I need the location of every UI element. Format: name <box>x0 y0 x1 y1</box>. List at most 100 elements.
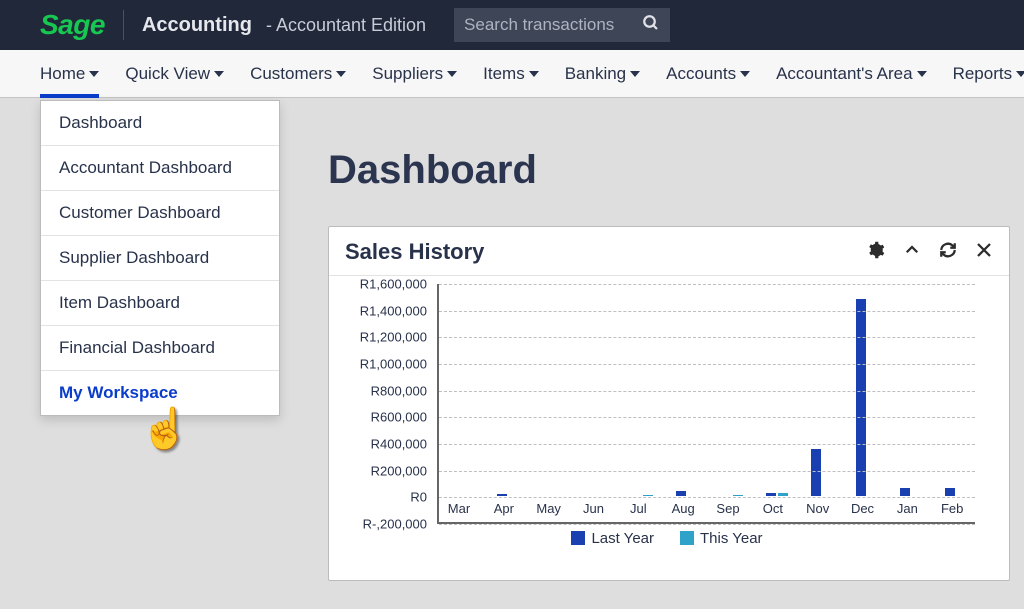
chevron-up-icon[interactable] <box>903 241 921 264</box>
caret-icon <box>740 71 750 77</box>
x-tick-label: Dec <box>845 501 881 516</box>
gridline <box>439 471 975 472</box>
gridline <box>439 417 975 418</box>
swatch-icon <box>680 531 694 545</box>
x-tick-label: Nov <box>800 501 836 516</box>
caret-icon <box>917 71 927 77</box>
bar-last-year <box>945 488 955 496</box>
menu-label: Customers <box>250 64 332 84</box>
top-bar: Sage Accounting - Accountant Edition <box>0 0 1024 50</box>
menu-accountants-area[interactable]: Accountant's Area <box>776 64 927 84</box>
y-tick-label: R1,600,000 <box>360 277 427 292</box>
dropdown-accountant-dashboard[interactable]: Accountant Dashboard <box>41 146 279 191</box>
menu-banking[interactable]: Banking <box>565 64 640 84</box>
menu-items[interactable]: Items <box>483 64 539 84</box>
x-tick-label: Jul <box>620 501 656 516</box>
bar-group <box>849 299 885 496</box>
card-title: Sales History <box>345 239 484 265</box>
x-tick-label: Feb <box>934 501 970 516</box>
menu-label: Reports <box>953 64 1013 84</box>
menu-suppliers[interactable]: Suppliers <box>372 64 457 84</box>
menu-accounts[interactable]: Accounts <box>666 64 750 84</box>
y-tick-label: R1,200,000 <box>360 330 427 345</box>
x-tick-label: Jun <box>576 501 612 516</box>
y-tick-label: R200,000 <box>371 463 427 478</box>
bar-this-year <box>778 493 788 496</box>
menu-customers[interactable]: Customers <box>250 64 346 84</box>
close-icon[interactable] <box>975 241 993 264</box>
bar-last-year <box>811 449 821 496</box>
divider <box>123 10 124 40</box>
caret-icon <box>1016 71 1024 77</box>
dropdown-supplier-dashboard[interactable]: Supplier Dashboard <box>41 236 279 281</box>
x-tick-label: Mar <box>441 501 477 516</box>
page-title: Dashboard <box>328 148 537 193</box>
y-tick-label: R0 <box>410 490 427 505</box>
x-tick-label: Sep <box>710 501 746 516</box>
card-tools <box>867 241 993 264</box>
menu-label: Suppliers <box>372 64 443 84</box>
search-box[interactable] <box>454 8 670 42</box>
card-header: Sales History <box>329 227 1009 276</box>
menu-label: Accountant's Area <box>776 64 913 84</box>
y-tick-label: R1,000,000 <box>360 357 427 372</box>
bar-group <box>624 495 660 496</box>
dropdown-item-dashboard[interactable]: Item Dashboard <box>41 281 279 326</box>
x-tick-label: Aug <box>665 501 701 516</box>
sales-history-card: Sales History R-,200,000R0R200,000R400,0… <box>328 226 1010 581</box>
caret-icon <box>529 71 539 77</box>
bar-group <box>938 488 974 496</box>
menu-bar: Home Quick View Customers Suppliers Item… <box>0 50 1024 98</box>
gridline <box>439 364 975 365</box>
caret-icon <box>336 71 346 77</box>
dropdown-dashboard[interactable]: Dashboard <box>41 101 279 146</box>
caret-icon <box>447 71 457 77</box>
menu-reports[interactable]: Reports <box>953 64 1024 84</box>
bar-last-year <box>676 491 686 496</box>
caret-icon <box>630 71 640 77</box>
gridline <box>439 337 975 338</box>
x-tick-label: Jan <box>889 501 925 516</box>
bar-last-year <box>497 494 507 496</box>
legend-last-year: Last Year <box>571 530 654 547</box>
bar-group <box>669 491 705 496</box>
dropdown-my-workspace[interactable]: My Workspace <box>41 371 279 415</box>
menu-label: Quick View <box>125 64 210 84</box>
dropdown-customer-dashboard[interactable]: Customer Dashboard <box>41 191 279 236</box>
menu-quick-view[interactable]: Quick View <box>125 64 224 84</box>
bar-last-year <box>856 299 866 496</box>
bar-group <box>714 495 750 496</box>
bar-this-year <box>643 495 653 496</box>
menu-label: Accounts <box>666 64 736 84</box>
y-tick-label: R800,000 <box>371 383 427 398</box>
menu-label: Home <box>40 64 85 84</box>
gridline <box>439 524 975 525</box>
gridline <box>439 391 975 392</box>
bar-group <box>490 494 526 496</box>
y-tick-label: R-,200,000 <box>363 517 427 532</box>
bar-last-year <box>766 493 776 496</box>
gridline <box>439 497 975 498</box>
menu-home[interactable]: Home <box>40 64 99 84</box>
chart-legend: Last Year This Year <box>341 530 993 547</box>
app-title: Accounting <box>142 14 252 37</box>
bar-group <box>804 449 840 496</box>
menu-label: Items <box>483 64 525 84</box>
x-tick-label: Oct <box>755 501 791 516</box>
refresh-icon[interactable] <box>939 241 957 264</box>
menu-label: Banking <box>565 64 626 84</box>
dropdown-financial-dashboard[interactable]: Financial Dashboard <box>41 326 279 371</box>
y-tick-label: R1,400,000 <box>360 303 427 318</box>
bar-group <box>759 493 795 496</box>
swatch-icon <box>571 531 585 545</box>
caret-icon <box>89 71 99 77</box>
gridline <box>439 444 975 445</box>
search-icon[interactable] <box>642 14 660 37</box>
x-tick-label: May <box>531 501 567 516</box>
caret-icon <box>214 71 224 77</box>
x-tick-label: Apr <box>486 501 522 516</box>
bar-last-year <box>900 488 910 496</box>
gear-icon[interactable] <box>867 241 885 264</box>
gridline <box>439 311 975 312</box>
search-input[interactable] <box>464 15 634 35</box>
